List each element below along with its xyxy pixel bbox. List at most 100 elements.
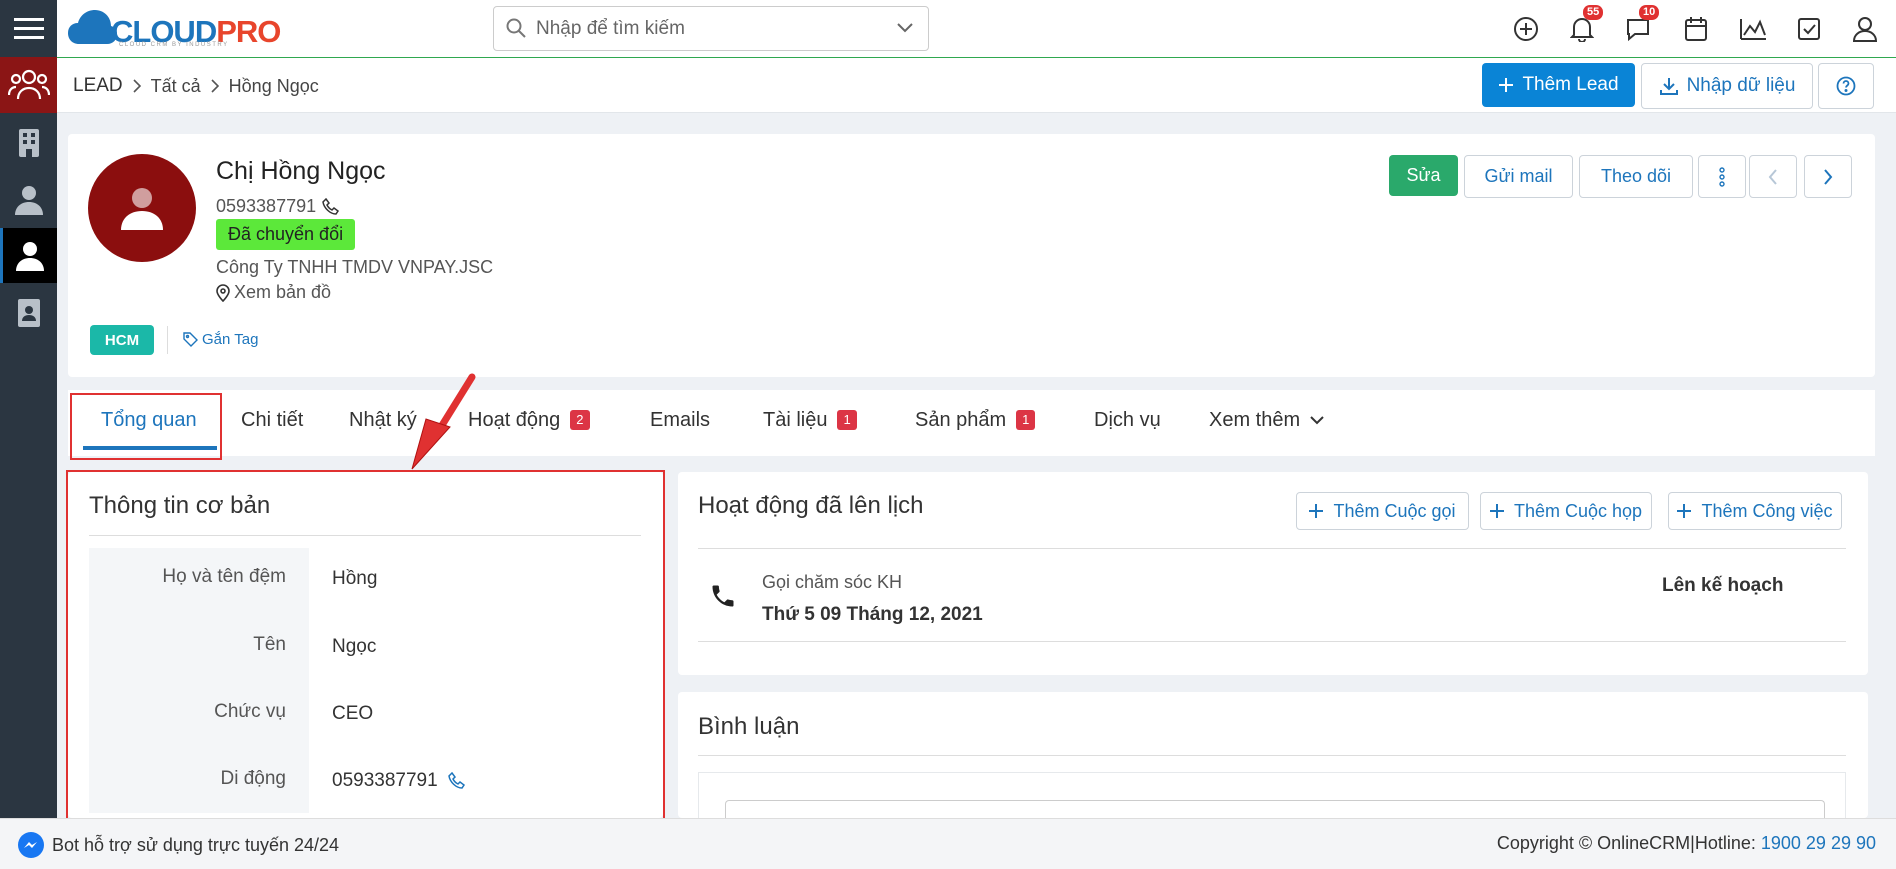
cloud-logo-icon <box>68 10 117 44</box>
logo-subtitle: CLOUD CRM BY INDUSTRY <box>119 42 229 48</box>
chart-line-icon <box>1740 19 1766 40</box>
chevron-down-icon[interactable] <box>896 22 914 34</box>
hamburger-icon <box>13 17 44 39</box>
chatbot-link[interactable]: Bot hỗ trợ sử dụng trực tuyến 24/24 <box>18 832 339 858</box>
phone-icon[interactable] <box>322 197 340 216</box>
map-pin-icon <box>216 283 230 302</box>
record-phone: 0593387791 <box>216 196 340 217</box>
basic-info-title: Thông tin cơ bản <box>89 492 271 519</box>
user-profile-button[interactable] <box>1850 14 1880 44</box>
chevron-down-icon <box>1310 416 1324 425</box>
divider <box>698 755 1846 756</box>
field-value: 0593387791 <box>332 770 466 792</box>
users-group-icon <box>7 69 50 100</box>
hotline-link[interactable]: 1900 29 29 90 <box>1761 833 1876 853</box>
notifications-button[interactable]: 55 <box>1567 5 1604 44</box>
plus-circle-icon <box>1514 17 1538 41</box>
annotation-arrow-icon <box>411 373 476 470</box>
field-label: Tên <box>253 634 286 655</box>
plus-icon <box>1677 504 1692 518</box>
sidebar-item-documents[interactable] <box>0 285 57 340</box>
check-square-icon <box>1798 18 1820 40</box>
search-input[interactable] <box>534 14 878 44</box>
messages-badge: 10 <box>1639 5 1660 20</box>
user-outline-icon <box>1853 17 1877 42</box>
field-value: CEO <box>332 703 374 724</box>
divider <box>698 548 1846 549</box>
download-icon <box>1659 78 1678 95</box>
activity-status: Lên kế hoạch <box>1662 575 1784 596</box>
add-call-button[interactable]: Thêm Cuộc gọi <box>1296 492 1469 530</box>
more-actions-button[interactable] <box>1698 155 1746 198</box>
tab-count-badge: 2 <box>570 410 590 430</box>
tag-badge[interactable]: HCM <box>90 325 154 355</box>
tasks-button[interactable] <box>1794 14 1824 44</box>
add-tag-link[interactable]: Gắn Tag <box>183 331 258 348</box>
chevron-right-icon <box>133 79 141 93</box>
chevron-left-icon <box>1768 168 1777 185</box>
field-value: Ngọc <box>332 636 377 657</box>
messages-button[interactable]: 10 <box>1623 5 1660 44</box>
divider <box>698 641 1846 642</box>
tab-emails[interactable]: Emails <box>650 387 710 453</box>
annotation-highlight-tab <box>70 393 222 460</box>
calendar-button[interactable] <box>1681 14 1711 44</box>
sidebar-item-leads[interactable] <box>0 57 57 113</box>
tab-more[interactable]: Xem thêm <box>1209 387 1324 453</box>
tab-products[interactable]: Sản phẩm 1 <box>915 387 1036 453</box>
messenger-icon <box>18 832 44 858</box>
tab-count-badge: 1 <box>837 410 857 430</box>
view-map-link[interactable]: Xem bản đồ <box>216 282 331 303</box>
previous-record-button[interactable] <box>1749 155 1797 198</box>
tab-count-badge: 1 <box>1016 410 1036 430</box>
follow-button[interactable]: Theo dõi <box>1579 155 1693 198</box>
hamburger-menu-button[interactable] <box>0 0 57 57</box>
calendar-icon <box>1685 17 1707 41</box>
record-name: Chị Hồng Ngọc <box>216 157 386 185</box>
field-label: Chức vụ <box>214 701 286 722</box>
user-avatar-icon <box>121 188 163 230</box>
sidebar-item-contacts[interactable] <box>0 172 57 227</box>
phone-icon[interactable] <box>447 772 466 790</box>
field-label: Di động <box>220 768 287 789</box>
tab-activities[interactable]: Hoạt động 2 <box>468 387 590 453</box>
record-company[interactable]: Công Ty TNHH TMDV VNPAY.JSC <box>216 257 493 278</box>
import-data-button[interactable]: Nhập dữ liệu <box>1641 63 1813 109</box>
help-button[interactable] <box>1818 63 1874 109</box>
field-label: Họ và tên đệm <box>162 566 286 587</box>
sidebar <box>0 0 57 868</box>
tab-documents[interactable]: Tài liệu 1 <box>763 387 857 453</box>
sidebar-item-organizations[interactable] <box>0 115 57 170</box>
contact-card-icon <box>17 298 40 327</box>
sidebar-item-lead-person[interactable] <box>0 228 57 283</box>
tab-details[interactable]: Chi tiết <box>241 387 303 453</box>
divider <box>167 326 168 354</box>
tag-icon <box>183 332 198 347</box>
user-tie-icon <box>14 185 43 215</box>
footer: Bot hỗ trợ sử dụng trực tuyến 24/24 Copy… <box>0 818 1896 869</box>
breadcrumb-filter[interactable]: Tất cả <box>151 76 201 97</box>
next-record-button[interactable] <box>1804 155 1852 198</box>
add-lead-button[interactable]: Thêm Lead <box>1482 63 1635 107</box>
send-mail-button[interactable]: Gửi mail <box>1464 155 1573 198</box>
comment-input[interactable] <box>725 800 1825 818</box>
plus-icon <box>1499 78 1514 92</box>
reports-button[interactable] <box>1738 14 1768 44</box>
edit-button[interactable]: Sửa <box>1389 155 1458 196</box>
add-meeting-button[interactable]: Thêm Cuộc họp <box>1480 492 1652 530</box>
activity-subject[interactable]: Gọi chăm sóc KH <box>762 572 902 593</box>
global-search <box>493 6 929 51</box>
breadcrumb-module[interactable]: LEAD <box>73 75 123 97</box>
building-icon <box>18 128 39 157</box>
copyright: Copyright © OnlineCRM|Hotline: 1900 29 2… <box>1496 833 1876 853</box>
add-task-button[interactable]: Thêm Công việc <box>1668 492 1842 530</box>
cloudpro-logo[interactable]: CLOUDPRO CLOUD CRM BY INDUSTRY <box>67 4 281 52</box>
scheduled-activities-title: Hoạt động đã lên lịch <box>698 492 924 519</box>
quick-create-button[interactable] <box>1511 14 1541 44</box>
breadcrumb: LEAD Tất cả Hồng Ngọc <box>73 75 319 97</box>
status-badge: Đã chuyển đổi <box>216 219 356 250</box>
tab-services[interactable]: Dịch vụ <box>1094 387 1161 453</box>
field-value: Hồng <box>332 568 378 589</box>
phone-call-icon <box>712 585 734 607</box>
record-avatar <box>88 154 196 262</box>
